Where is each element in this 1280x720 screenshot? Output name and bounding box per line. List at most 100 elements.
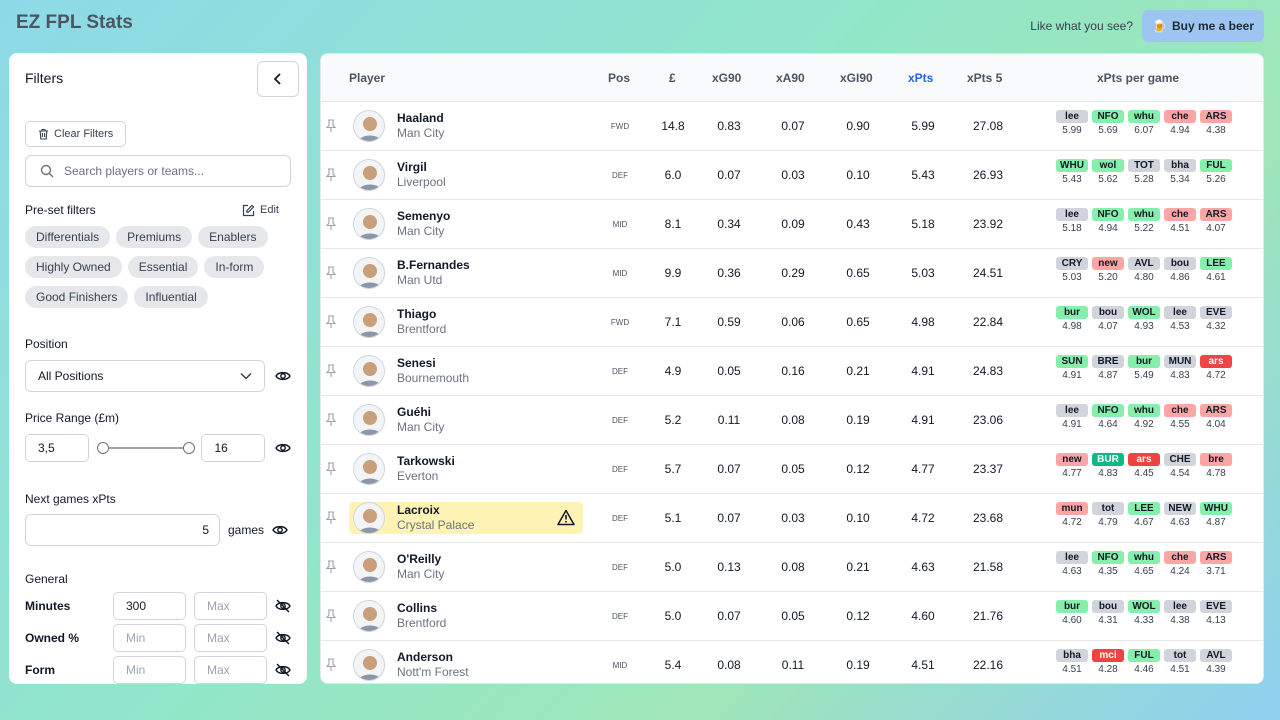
pin-icon[interactable] (325, 511, 337, 525)
fixture-opponent: tot (1164, 649, 1196, 662)
player-cell[interactable]: Anderson Nott'm Forest (349, 649, 583, 681)
pin-icon[interactable] (325, 609, 337, 623)
player-cell[interactable]: O'Reilly Man City (349, 551, 583, 583)
fixture-opponent: bur (1056, 306, 1088, 319)
stat-xpts5: 23.06 (972, 413, 1004, 427)
fixture-opponent: FUL (1200, 159, 1232, 172)
col-xgi90[interactable]: xGI90 (840, 71, 873, 85)
player-cell[interactable]: Collins Brentford (349, 600, 583, 632)
fixture-xpts: 4.63 (1062, 566, 1082, 577)
general-label: General (25, 572, 68, 586)
pin-icon[interactable] (325, 413, 337, 427)
table-row[interactable]: Anderson Nott'm Forest MID 5.4 0.08 0.11 0.19 4… (321, 641, 1263, 683)
slider-max-handle[interactable] (182, 442, 195, 454)
next-games-input[interactable]: 5 (25, 514, 220, 546)
player-cell[interactable]: Semenyo Man City (349, 208, 583, 240)
preset-chip[interactable]: Premiums (116, 226, 193, 248)
table-row[interactable]: Collins Brentford DEF 5.0 0.07 0.05 0.12 4.60 21… (321, 592, 1263, 641)
col-player[interactable]: Player (349, 71, 385, 85)
player-cell[interactable]: Senesi Bournemouth (349, 355, 583, 387)
general-min-input[interactable]: Min (113, 624, 186, 652)
clear-filters-button[interactable]: Clear Filters (25, 121, 127, 147)
edit-presets-button[interactable]: Edit (242, 204, 291, 217)
pin-icon[interactable] (325, 217, 337, 231)
preset-chip[interactable]: Influential (134, 286, 208, 308)
fixture-opponent: bou (1092, 306, 1124, 319)
eye-off-icon[interactable] (275, 630, 291, 646)
collapse-sidebar-button[interactable] (257, 61, 299, 97)
pin-icon[interactable] (325, 462, 337, 476)
col-xa90[interactable]: xA90 (776, 71, 805, 85)
preset-chip[interactable]: In-form (204, 256, 265, 278)
preset-chip[interactable]: Enablers (198, 226, 268, 248)
player-cell[interactable]: Thiago Brentford (349, 306, 583, 338)
table-row[interactable]: Haaland Man City FWD 14.8 0.83 0.07 0.90 5.99 27… (321, 102, 1263, 151)
general-min-input[interactable]: 300 (113, 592, 186, 620)
player-cell[interactable]: Lacroix Crystal Palace (349, 502, 583, 534)
table-body: Haaland Man City FWD 14.8 0.83 0.07 0.90 5.99 27… (321, 102, 1263, 683)
player-cell[interactable]: Virgil Liverpool (349, 159, 583, 191)
player-cell[interactable]: B.Fernandes Man Utd (349, 257, 583, 289)
table-row[interactable]: Thiago Brentford FWD 7.1 0.59 0.06 0.65 4.98 22.… (321, 298, 1263, 347)
preset-chip[interactable]: Differentials (25, 226, 111, 248)
fixture-xpts: 4.67 (1134, 517, 1154, 528)
general-min-input[interactable]: Min (113, 656, 186, 684)
eye-icon[interactable] (272, 522, 288, 538)
preset-chip[interactable]: Essential (127, 256, 199, 278)
pin-icon[interactable] (325, 315, 337, 329)
fixture-opponent: EVE (1200, 600, 1232, 613)
stat-xgi90: 0.43 (846, 217, 870, 231)
eye-icon[interactable] (275, 368, 291, 384)
slider-min-handle[interactable] (96, 442, 109, 454)
table-row[interactable]: Guéhi Man City DEF 5.2 0.11 0.08 0.19 4.91 23.06… (321, 396, 1263, 445)
general-max-input[interactable]: Max (194, 592, 267, 620)
player-cell[interactable]: Tarkowski Everton (349, 453, 583, 485)
table-row[interactable]: Tarkowski Everton DEF 5.7 0.07 0.05 0.12 4.77 23… (321, 445, 1263, 494)
general-max-input[interactable]: Max (194, 656, 267, 684)
buy-beer-button[interactable]: 🍺 Buy me a beer (1142, 10, 1264, 42)
stat-xpts5: 21.76 (972, 609, 1004, 623)
stat-xpts5: 24.51 (972, 266, 1004, 280)
fixture-xpts: 5.18 (1062, 223, 1082, 234)
player-cell[interactable]: Haaland Man City (349, 110, 583, 142)
table-row[interactable]: Lacroix Crystal Palace DEF 5.1 0.07 0.03 0.10 4… (321, 494, 1263, 543)
pin-icon[interactable] (325, 658, 337, 672)
pin-icon[interactable] (325, 266, 337, 280)
eye-off-icon[interactable] (275, 662, 291, 678)
table-row[interactable]: B.Fernandes Man Utd MID 9.9 0.36 0.29 0.65 5.03… (321, 249, 1263, 298)
pin-icon[interactable] (325, 364, 337, 378)
col-pos[interactable]: Pos (608, 71, 630, 85)
player-cell[interactable]: Guéhi Man City (349, 404, 583, 436)
preset-chip[interactable]: Highly Owned (25, 256, 122, 278)
position-select[interactable]: All Positions (25, 360, 265, 392)
search-input[interactable]: Search players or teams... (25, 155, 291, 187)
price-min-input[interactable]: 3,5 (25, 434, 89, 462)
fixture-item: FUL 5.26 (1200, 159, 1232, 185)
fixture-item: tot 4.51 (1164, 649, 1196, 675)
preset-chip[interactable]: Good Finishers (25, 286, 129, 308)
col-xpts[interactable]: xPts (908, 71, 933, 85)
pin-icon[interactable] (325, 119, 337, 133)
col-xpts5[interactable]: xPts 5 (967, 71, 1002, 85)
fixture-xpts: 4.51 (1170, 223, 1190, 234)
table-row[interactable]: Virgil Liverpool DEF 6.0 0.07 0.03 0.10 5.43 26.… (321, 151, 1263, 200)
eye-off-icon[interactable] (275, 598, 291, 614)
price-max-input[interactable]: 16 (201, 434, 265, 462)
table-row[interactable]: Semenyo Man City MID 8.1 0.34 0.09 0.43 5.18 23.… (321, 200, 1263, 249)
general-max-input[interactable]: Max (194, 624, 267, 652)
price-range-slider[interactable] (96, 442, 195, 454)
table-row[interactable]: O'Reilly Man City DEF 5.0 0.13 0.08 0.21 4.63 21… (321, 543, 1263, 592)
pin-icon[interactable] (325, 560, 337, 574)
fixture-xpts: 4.79 (1098, 517, 1118, 528)
table-row[interactable]: Senesi Bournemouth DEF 4.9 0.05 0.16 0.21 4.91 2… (321, 347, 1263, 396)
fixture-xpts: 4.39 (1206, 664, 1226, 675)
eye-icon[interactable] (275, 440, 291, 456)
pin-icon[interactable] (325, 168, 337, 182)
fixture-opponent: tot (1092, 502, 1124, 515)
col-price[interactable]: £ (669, 71, 676, 85)
fixture-xpts: 5.62 (1098, 174, 1118, 185)
general-filter-label: Form (25, 663, 55, 677)
col-xg90[interactable]: xG90 (712, 71, 741, 85)
stat-xpts5: 21.58 (972, 560, 1004, 574)
buy-beer-label: Buy me a beer (1171, 19, 1254, 33)
